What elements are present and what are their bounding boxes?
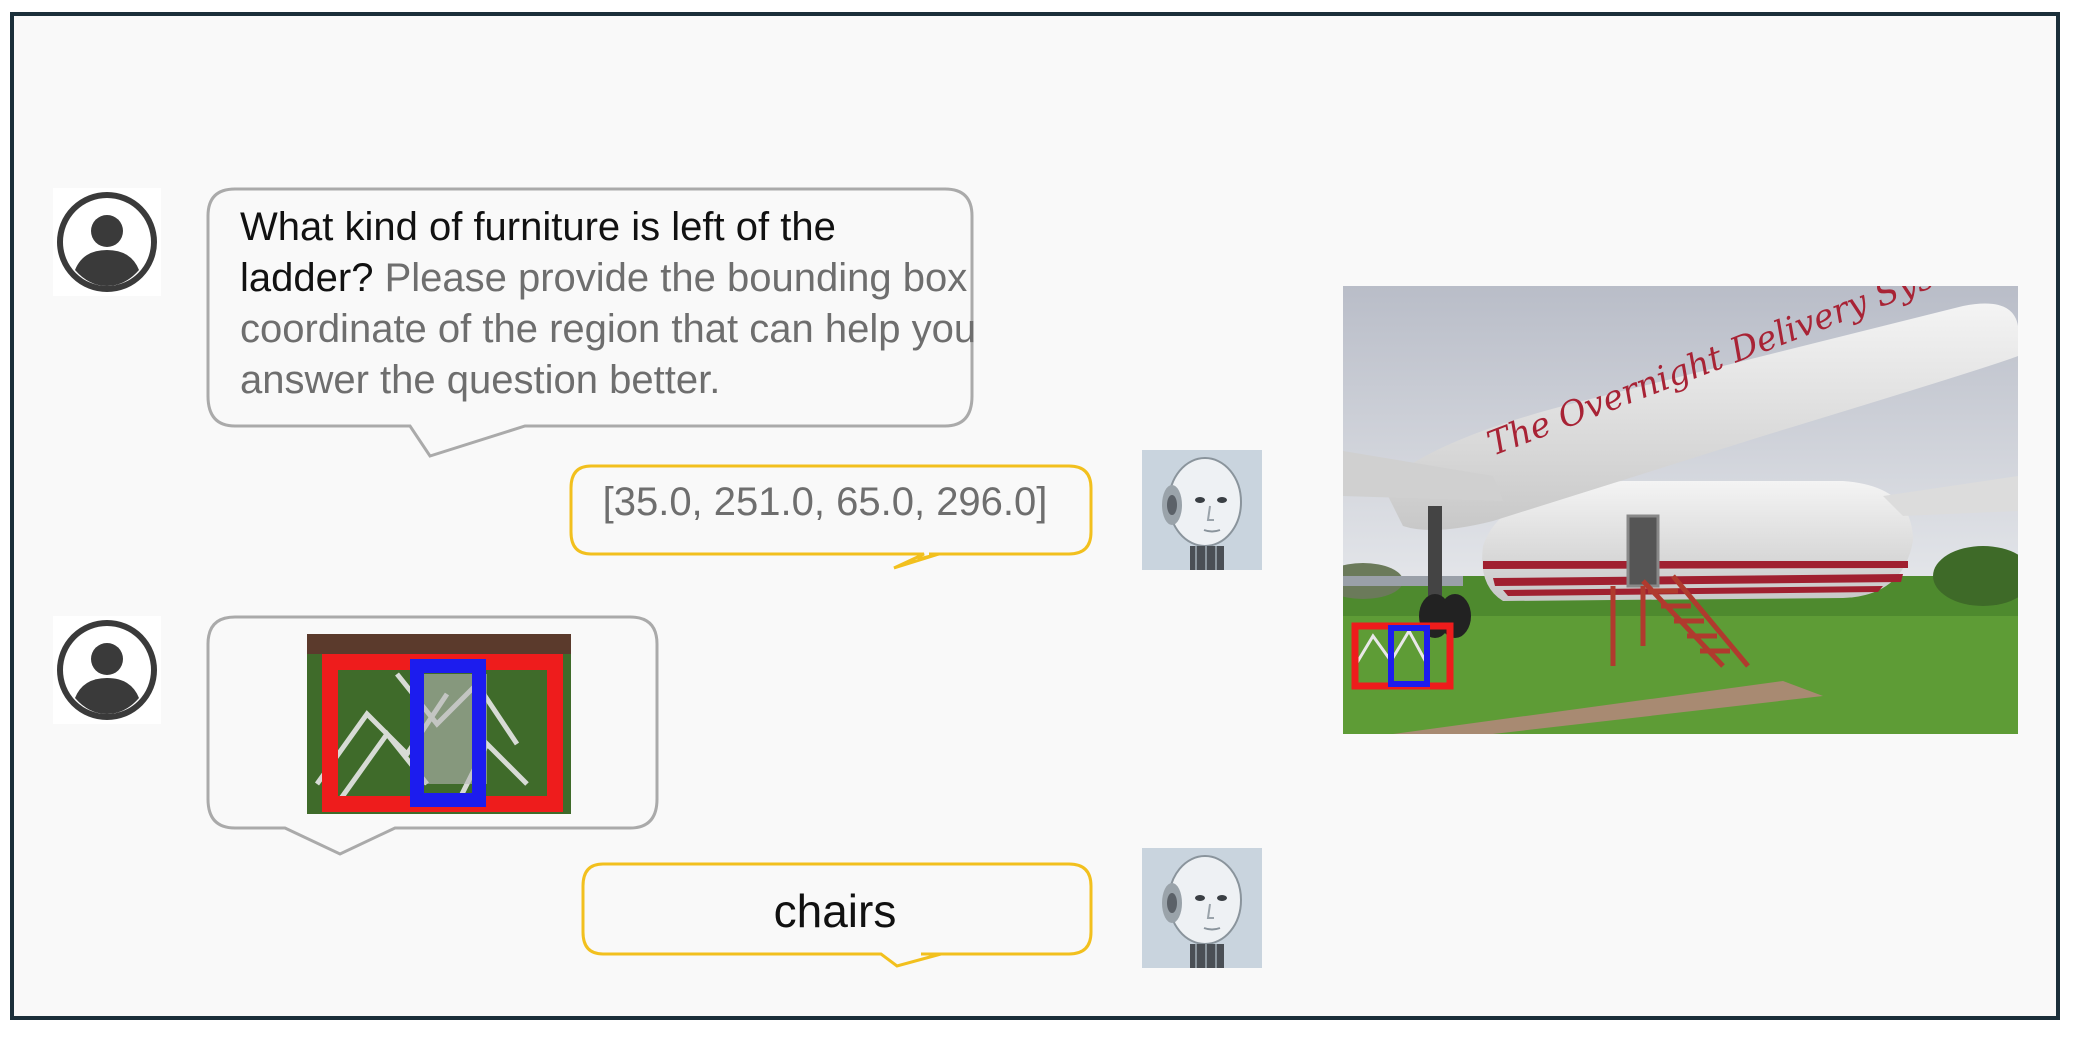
cropped-region-image xyxy=(307,634,571,814)
bbox-coordinates: [35.0, 251.0, 65.0, 296.0] xyxy=(602,480,1048,524)
robot-avatar-icon xyxy=(1142,848,1262,968)
user-question-text: What kind of furniture is left of the la… xyxy=(240,202,980,406)
airplane-scene-image: The Overnight Delivery System xyxy=(1343,286,2018,734)
user-avatar-icon xyxy=(53,188,161,296)
model-answer-text: chairs xyxy=(773,885,897,937)
user-avatar-icon xyxy=(53,616,161,724)
robot-avatar-icon xyxy=(1142,450,1262,570)
